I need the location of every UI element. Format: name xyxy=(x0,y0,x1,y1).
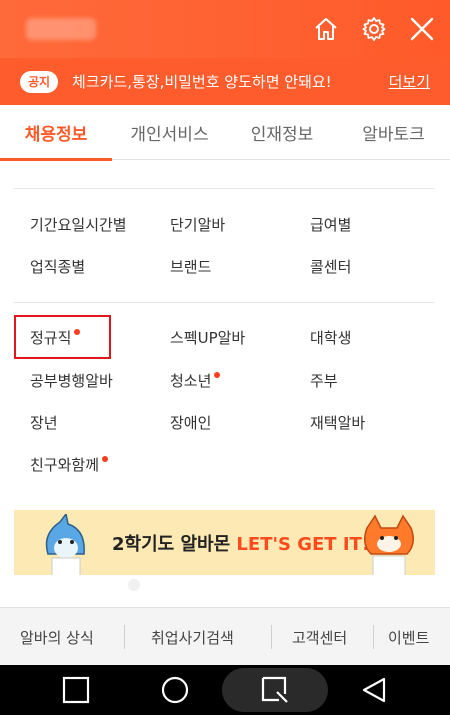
new-dot xyxy=(102,456,109,462)
footer-separator xyxy=(271,625,272,649)
new-dot xyxy=(74,329,81,335)
back-triangle-icon[interactable] xyxy=(354,665,394,715)
banner-text-accent: LET'S GET IT! xyxy=(236,534,371,555)
footer-separator xyxy=(373,625,374,649)
footer-link-tips[interactable]: 알바의 상식 xyxy=(20,608,94,666)
app-header xyxy=(0,0,450,58)
notice-bar: 공지 체크카드,통장,비밀번호 양도하면 안돼요! 더보기 xyxy=(0,58,450,105)
tab-jobs[interactable]: 채용정보 xyxy=(0,105,112,161)
menu-item-remote[interactable]: 재택알바 xyxy=(310,412,365,433)
footer-separator xyxy=(124,625,125,649)
menu-item-college[interactable]: 대학생 xyxy=(310,327,351,348)
promo-banner[interactable]: 2학기도 알바몬 LET'S GET IT! xyxy=(14,510,435,575)
menu-item-job-type[interactable]: 업직종별 xyxy=(30,256,85,277)
menu-item-period-time[interactable]: 기간요일시간별 xyxy=(30,214,127,235)
shark-mascot-icon xyxy=(45,514,85,575)
footer-link-customer-center[interactable]: 고객센터 xyxy=(292,608,347,666)
menu-item-teen[interactable]: 청소년 xyxy=(170,370,221,391)
footer-links: 알바의 상식 취업사기검색 고객센터 이벤트 xyxy=(0,607,450,665)
menu-item-label: 정규직 xyxy=(30,329,72,347)
menu-item-housewife[interactable]: 주부 xyxy=(310,370,338,391)
close-icon[interactable] xyxy=(406,13,438,45)
menu-item-brand[interactable]: 브랜드 xyxy=(170,256,211,277)
gear-icon[interactable] xyxy=(358,13,390,45)
fox-mascot-icon xyxy=(364,514,414,575)
tab-personal-service[interactable]: 개인서비스 xyxy=(112,105,227,160)
recent-apps-icon[interactable] xyxy=(255,665,295,715)
tab-talent[interactable]: 인재정보 xyxy=(227,105,337,160)
menu-item-senior[interactable]: 장년 xyxy=(30,412,58,433)
home-icon[interactable] xyxy=(310,13,342,45)
menu-item-label: 청소년 xyxy=(170,372,212,390)
menu-item-study-parallel[interactable]: 공부병행알바 xyxy=(30,370,113,391)
back-square-icon[interactable] xyxy=(56,665,96,715)
menu-item-call-center[interactable]: 콜센터 xyxy=(310,256,351,277)
banner-pager-dot[interactable] xyxy=(128,579,140,591)
menu-divider xyxy=(14,302,434,303)
menu-item-full-time[interactable]: 정규직 xyxy=(30,327,81,348)
system-nav-bar xyxy=(0,665,450,715)
menu-item-spec-up[interactable]: 스펙UP알바 xyxy=(170,327,245,348)
notice-text[interactable]: 체크카드,통장,비밀번호 양도하면 안돼요! xyxy=(72,71,332,92)
blurred-user-name xyxy=(26,18,96,40)
banner-text-main: 2학기도 알바몬 xyxy=(112,534,237,555)
footer-link-event[interactable]: 이벤트 xyxy=(388,608,429,666)
tab-bar: 채용정보 개인서비스 인재정보 알바토크 xyxy=(0,105,450,161)
tab-alba-talk[interactable]: 알바토크 xyxy=(337,105,450,160)
footer-link-scam-search[interactable]: 취업사기검색 xyxy=(151,608,234,666)
notice-badge: 공지 xyxy=(20,70,58,93)
banner-text: 2학기도 알바몬 LET'S GET IT! xyxy=(112,530,370,556)
menu-item-label: 친구와함께 xyxy=(30,456,100,474)
menu-item-disabled[interactable]: 장애인 xyxy=(170,412,211,433)
menu-item-salary[interactable]: 급여별 xyxy=(310,214,351,235)
home-circle-icon[interactable] xyxy=(155,665,195,715)
menu-item-with-friend[interactable]: 친구와함께 xyxy=(30,454,109,475)
menu-item-short-term[interactable]: 단기알바 xyxy=(170,214,225,235)
menu-divider xyxy=(14,188,434,189)
new-dot xyxy=(214,372,221,378)
notice-more-link[interactable]: 더보기 xyxy=(389,71,430,92)
